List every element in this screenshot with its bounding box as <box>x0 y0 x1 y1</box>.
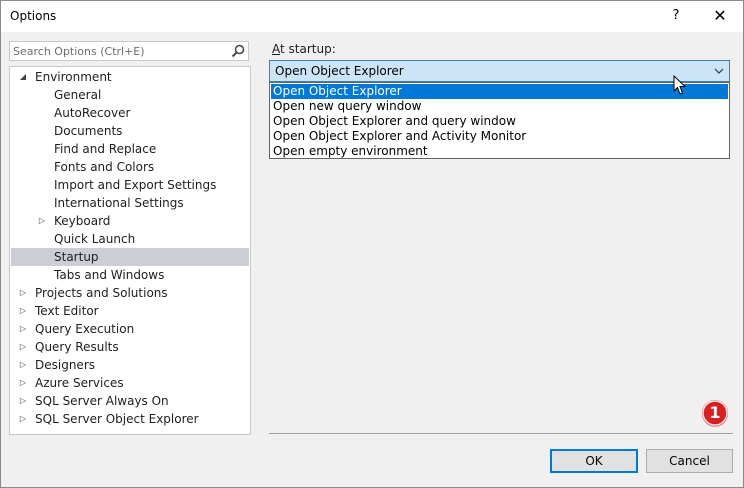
tree-item-label: SQL Server Always On <box>35 394 169 408</box>
tree-item[interactable]: ▷ Designers <box>11 356 249 374</box>
tree-item-label: SQL Server Object Explorer <box>35 412 199 426</box>
tree-item-label: AutoRecover <box>54 106 131 120</box>
expand-arrow-icon[interactable]: ▷ <box>17 338 29 356</box>
expand-arrow-icon[interactable]: ▷ <box>36 212 48 230</box>
expand-arrow-icon[interactable]: ▷ <box>17 284 29 302</box>
tree-item-label: Import and Export Settings <box>54 178 217 192</box>
tree-item[interactable]: ▷ Keyboard <box>11 212 249 230</box>
expand-arrow-icon <box>36 176 48 194</box>
tree-item[interactable]: Quick Launch <box>11 230 249 248</box>
tree-item[interactable]: ▷ SQL Server Object Explorer <box>11 410 249 428</box>
dropdown-option[interactable]: Open Object Explorer <box>271 84 728 99</box>
expand-arrow-icon[interactable]: ▷ <box>17 320 29 338</box>
tree-item[interactable]: Find and Replace <box>11 140 249 158</box>
tree-item-label: Tabs and Windows <box>54 268 165 282</box>
tree-item[interactable]: AutoRecover <box>11 104 249 122</box>
at-startup-label-text: t startup: <box>280 42 336 56</box>
tree-item-label: Query Results <box>35 340 119 354</box>
tree-item[interactable]: Documents <box>11 122 249 140</box>
tree-item[interactable]: ◢ Environment <box>11 68 249 86</box>
mouse-cursor-icon <box>673 75 687 95</box>
tree-item-label: Environment <box>35 70 112 84</box>
startup-combobox-value: Open Object Explorer <box>275 64 404 78</box>
expand-arrow-icon <box>36 266 48 284</box>
dropdown-option[interactable]: Open new query window <box>271 99 728 114</box>
expand-arrow-icon[interactable]: ▷ <box>17 302 29 320</box>
tree-item[interactable]: ▷ Text Editor <box>11 302 249 320</box>
expand-arrow-icon <box>36 86 48 104</box>
tree-item[interactable]: Import and Export Settings <box>11 176 249 194</box>
tree-item[interactable]: ▷ SQL Server Always On <box>11 392 249 410</box>
expand-arrow-icon <box>36 140 48 158</box>
tree-item-label: Find and Replace <box>54 142 157 156</box>
tree-item[interactable]: Fonts and Colors <box>11 158 249 176</box>
window-title: Options <box>10 9 57 23</box>
tree-item[interactable]: ▷ Azure Services <box>11 374 249 392</box>
options-dialog: Options ? ✕ ◢ Environment General AutoRecov… <box>0 0 744 488</box>
close-button[interactable]: ✕ <box>705 4 735 28</box>
tree-item-label: Projects and Solutions <box>35 286 168 300</box>
expand-arrow-icon <box>36 158 48 176</box>
tree-item[interactable]: ▷ Query Results <box>11 338 249 356</box>
chevron-down-icon[interactable] <box>714 66 724 76</box>
startup-dropdown-list: Open Object Explorer Open new query windo… <box>269 82 730 159</box>
tree-item[interactable]: International Settings <box>11 194 249 212</box>
search-input[interactable] <box>13 43 225 59</box>
at-startup-label-accel: A <box>272 42 280 56</box>
tree-item-label: General <box>54 88 102 102</box>
collapse-arrow-icon[interactable]: ◢ <box>17 68 29 86</box>
help-button[interactable]: ? <box>661 4 691 28</box>
tree-item[interactable]: ▷ Query Execution <box>11 320 249 338</box>
step-badge-number: 1 <box>709 403 721 422</box>
tree-item[interactable]: General <box>11 86 249 104</box>
dropdown-option[interactable]: Open Object Explorer and Activity Monito… <box>271 129 728 144</box>
title-bar: Options ? ✕ <box>1 1 743 32</box>
tree-item-label: Azure Services <box>35 376 124 390</box>
expand-arrow-icon[interactable]: ▷ <box>17 356 29 374</box>
expand-arrow-icon <box>36 104 48 122</box>
options-tree[interactable]: ◢ Environment General AutoRecover Documents F… <box>9 66 251 435</box>
tree-item-label: Text Editor <box>35 304 99 318</box>
at-startup-label: At startup: <box>272 42 336 56</box>
dropdown-option[interactable]: Open Object Explorer and query window <box>271 114 728 129</box>
expand-arrow-icon <box>36 230 48 248</box>
expand-arrow-icon[interactable]: ▷ <box>17 374 29 392</box>
tree-item-label: Startup <box>54 250 99 264</box>
tree-item[interactable]: ▷ Projects and Solutions <box>11 284 249 302</box>
expand-arrow-icon[interactable]: ▷ <box>17 410 29 428</box>
tree-item[interactable]: Tabs and Windows <box>11 266 249 284</box>
startup-combobox[interactable]: Open Object Explorer <box>269 60 730 82</box>
tree-item-label: Fonts and Colors <box>54 160 155 174</box>
tree-item-label: Query Execution <box>35 322 135 336</box>
search-icon[interactable] <box>231 44 245 58</box>
tree-item-label: Quick Launch <box>54 232 136 246</box>
expand-arrow-icon[interactable]: ▷ <box>17 392 29 410</box>
expand-arrow-icon <box>36 194 48 212</box>
search-box[interactable] <box>9 41 249 61</box>
expand-arrow-icon <box>36 122 48 140</box>
tree-item-label: Designers <box>35 358 95 372</box>
cancel-button[interactable]: Cancel <box>646 449 733 473</box>
expand-arrow-icon <box>36 248 48 266</box>
tree-item-label: International Settings <box>54 196 184 210</box>
dropdown-option[interactable]: Open empty environment <box>271 144 728 159</box>
ok-button[interactable]: OK <box>550 449 638 473</box>
tree-item-label: Keyboard <box>54 214 111 228</box>
tree-item-label: Documents <box>54 124 123 138</box>
tree-item[interactable]: Startup <box>11 248 249 266</box>
separator <box>269 433 733 434</box>
